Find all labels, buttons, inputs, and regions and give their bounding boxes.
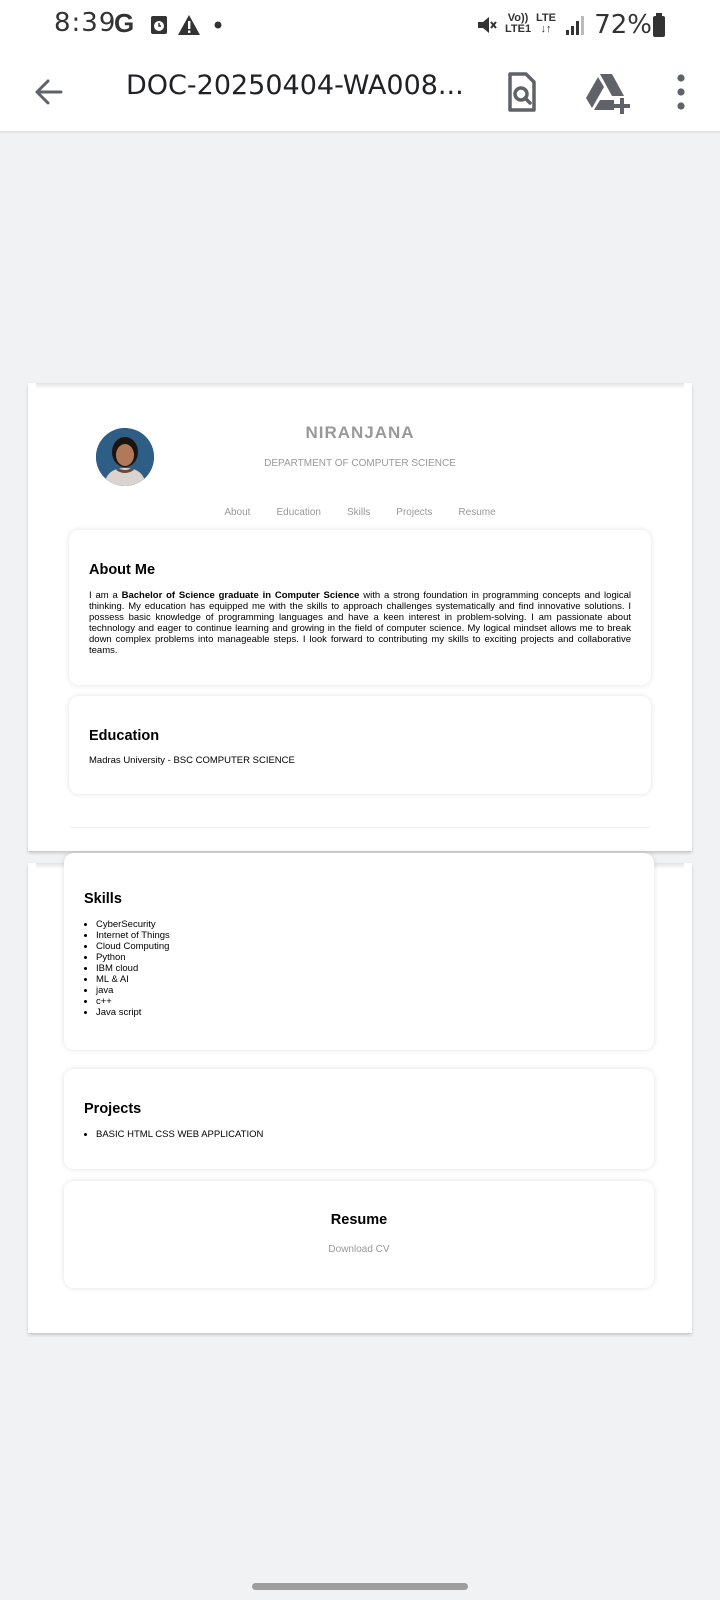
skills-list: CyberSecurity Internet of Things Cloud C… bbox=[84, 919, 634, 1018]
nav-education[interactable]: Education bbox=[276, 507, 320, 518]
lte-icon: LTE ↓↑ bbox=[536, 13, 556, 35]
dot-icon bbox=[214, 21, 222, 29]
document-page-1: NIRANJANA DEPARTMENT OF COMPUTER SCIENCE… bbox=[28, 383, 692, 851]
document-title: DOC-20250404-WA008... bbox=[126, 70, 464, 101]
skill-item: Python bbox=[96, 952, 634, 963]
projects-card: Projects BASIC HTML CSS WEB APPLICATION bbox=[64, 1069, 654, 1169]
nav-skills[interactable]: Skills bbox=[347, 507, 370, 518]
about-text: I am a Bachelor of Science graduate in C… bbox=[89, 590, 631, 656]
skill-item: ML & AI bbox=[96, 974, 634, 985]
nav-resume[interactable]: Resume bbox=[458, 507, 495, 518]
profile-department: DEPARTMENT OF COMPUTER SCIENCE bbox=[264, 458, 456, 469]
about-intro: I am a bbox=[89, 590, 122, 601]
battery-percent: 72% bbox=[594, 10, 652, 40]
project-item: BASIC HTML CSS WEB APPLICATION bbox=[96, 1129, 634, 1140]
lte-bottom: ↓↑ bbox=[540, 23, 552, 35]
more-vert-icon[interactable] bbox=[657, 68, 705, 116]
about-degree: Bachelor of Science graduate in Computer… bbox=[121, 590, 360, 601]
signal-icon bbox=[566, 16, 584, 35]
skill-item: Cloud Computing bbox=[96, 941, 634, 952]
skill-item: IBM cloud bbox=[96, 963, 634, 974]
skill-item: Java script bbox=[96, 1007, 634, 1018]
nav-projects[interactable]: Projects bbox=[396, 507, 432, 518]
battery-icon bbox=[653, 13, 665, 37]
volte-bottom: LTE1 bbox=[505, 23, 532, 35]
mute-icon bbox=[478, 17, 497, 33]
search-document-icon[interactable] bbox=[498, 68, 546, 116]
status-bar: 8:39 G Vo)) LTE1 LTE ↓↑ 72% bbox=[0, 0, 720, 52]
projects-list: BASIC HTML CSS WEB APPLICATION bbox=[84, 1129, 634, 1140]
page-divider bbox=[69, 827, 651, 829]
resume-heading: Resume bbox=[330, 1212, 388, 1228]
gesture-nav-handle[interactable] bbox=[252, 1583, 468, 1590]
volte-icon: Vo)) LTE1 bbox=[505, 13, 531, 35]
about-card: About Me I am a Bachelor of Science grad… bbox=[69, 530, 651, 685]
profile-name: NIRANJANA bbox=[305, 423, 415, 442]
drive-add-icon[interactable] bbox=[584, 68, 632, 116]
education-heading: Education bbox=[89, 728, 160, 744]
alert-icon bbox=[178, 15, 200, 35]
nav-about[interactable]: About bbox=[224, 507, 250, 518]
skill-item: CyberSecurity bbox=[96, 919, 634, 930]
projects-heading: Projects bbox=[84, 1101, 142, 1117]
download-cv-link[interactable]: Download CV bbox=[328, 1244, 389, 1255]
google-icon: G bbox=[114, 8, 135, 38]
app-toolbar: DOC-20250404-WA008... bbox=[0, 52, 720, 132]
education-card: Education Madras University - BSC COMPUT… bbox=[69, 696, 651, 794]
document-nav: About Education Skills Projects Resume bbox=[28, 507, 692, 518]
skills-card: Skills CyberSecurity Internet of Things … bbox=[64, 853, 654, 1050]
status-time: 8:39 bbox=[54, 8, 117, 38]
skill-item: java bbox=[96, 985, 634, 996]
about-heading: About Me bbox=[89, 562, 156, 578]
resume-card: Resume Download CV bbox=[64, 1181, 654, 1288]
page-edge bbox=[36, 383, 684, 389]
skill-item: Internet of Things bbox=[96, 930, 634, 941]
calendar-icon bbox=[151, 16, 167, 34]
skill-item: c++ bbox=[96, 996, 634, 1007]
education-text: Madras University - BSC COMPUTER SCIENCE bbox=[89, 755, 295, 766]
skills-heading: Skills bbox=[84, 891, 122, 907]
document-page-2: Skills CyberSecurity Internet of Things … bbox=[28, 853, 692, 1333]
back-arrow-icon[interactable] bbox=[28, 70, 72, 114]
